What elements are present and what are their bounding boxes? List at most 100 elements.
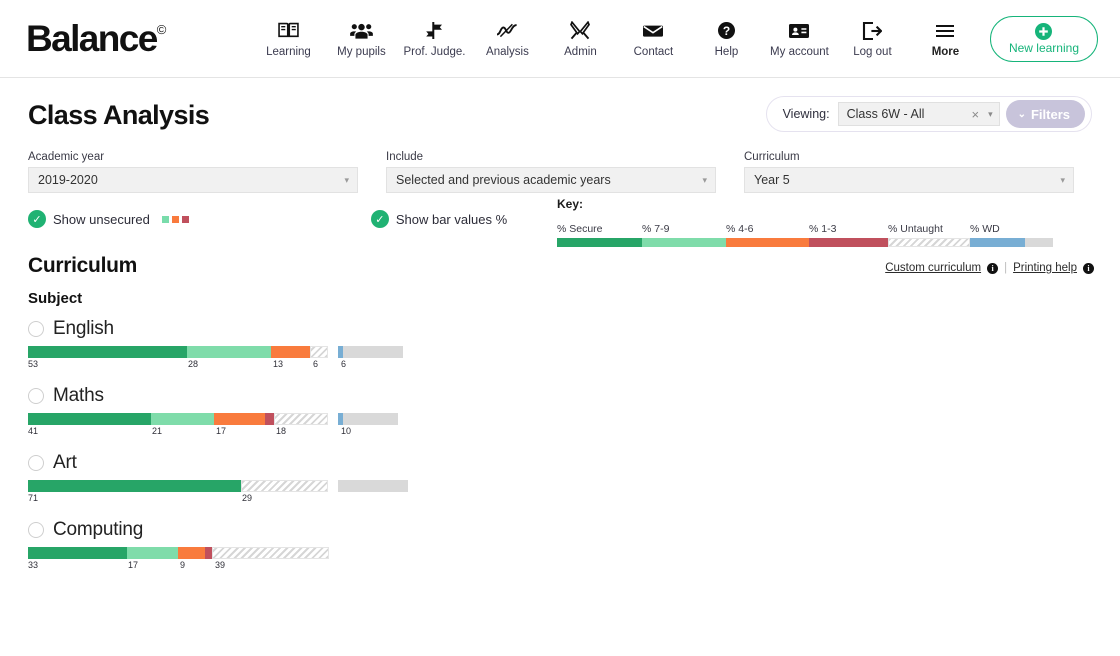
- attainment-bar: [28, 413, 328, 425]
- segment-band13: [265, 413, 274, 425]
- nav-item-learning[interactable]: Learning: [252, 16, 325, 58]
- selected-value: Year 5: [754, 173, 790, 187]
- bar-value: 13: [273, 359, 284, 369]
- curriculum-links: Custom curriculum i | Printing help i: [885, 262, 1094, 278]
- bar-value-wd: 6: [341, 359, 347, 369]
- nav-item-my-pupils[interactable]: My pupils: [325, 16, 398, 58]
- book-icon: [278, 20, 299, 42]
- filters-label: Filters: [1030, 106, 1070, 122]
- filters-button[interactable]: ⌄ Filters: [1005, 100, 1085, 128]
- subject-radio[interactable]: [28, 320, 44, 337]
- subject-list: English 53 28 13 6 6 Maths 41 21 17 18 1…: [0, 307, 1120, 572]
- nav-items: Learning My pupils Prof. Judge. Analysis: [252, 15, 1098, 62]
- filter-controls-row: Academic year 2019-2020 ▾ Include Select…: [0, 131, 1120, 193]
- new-learning-button[interactable]: New learning: [989, 15, 1098, 62]
- options-and-key-row: ✓ Show unsecured ✓ Show bar values % Key…: [0, 193, 1120, 247]
- academic-year-select[interactable]: 2019-2020 ▾: [28, 167, 358, 193]
- swatch-band46: [171, 215, 179, 223]
- nav-item-more[interactable]: More: [909, 16, 982, 58]
- nav-item-analysis[interactable]: Analysis: [471, 16, 544, 58]
- nav-item-log-out[interactable]: Log out: [836, 16, 909, 58]
- subject-name: English: [53, 317, 114, 339]
- nav-item-admin[interactable]: Admin: [544, 16, 617, 58]
- subject-title-row[interactable]: English: [28, 315, 1120, 342]
- bar-track: [28, 413, 1120, 425]
- segment-band46: [178, 547, 205, 559]
- filter-curriculum: Curriculum Year 5 ▾: [744, 151, 1074, 193]
- viewing-label: Viewing:: [782, 107, 830, 121]
- bar-value: 29: [242, 493, 253, 503]
- attainment-bar: [28, 346, 328, 358]
- copyright-mark: ©: [156, 21, 167, 37]
- segment-band13: [205, 547, 212, 559]
- curriculum-select[interactable]: Year 5 ▾: [744, 167, 1074, 193]
- nav-item-contact[interactable]: Contact: [617, 16, 690, 58]
- question-circle-icon: ?: [717, 20, 736, 42]
- subject-title-row[interactable]: Computing: [28, 516, 1120, 543]
- bar-value: 21: [152, 426, 163, 436]
- nav-label: My pupils: [337, 45, 386, 58]
- subject-name: Maths: [53, 384, 104, 406]
- divider: |: [1004, 262, 1008, 274]
- chevron-down-icon: ▾: [1060, 174, 1065, 185]
- check-icon: ✓: [28, 210, 46, 228]
- segment-secure: [28, 480, 241, 492]
- top-navigation-bar: Balance© Learning My pupils Prof. Judge.: [0, 0, 1120, 78]
- selected-value: 2019-2020: [38, 173, 98, 187]
- nav-item-my-account[interactable]: My account: [763, 16, 836, 58]
- wd-bar: [338, 480, 408, 492]
- close-icon[interactable]: ×: [967, 107, 988, 122]
- bar-value: 71: [28, 493, 39, 503]
- segment-wd-remainder: [343, 413, 398, 425]
- field-label: Include: [386, 151, 424, 163]
- page-title: Class Analysis: [28, 100, 210, 130]
- viewing-select[interactable]: Class 6W - All × ▾: [837, 102, 1000, 126]
- subject-row-computing: Computing 33 17 9 39: [28, 516, 1120, 572]
- subject-radio[interactable]: [28, 521, 44, 538]
- nav-label: Contact: [633, 45, 674, 58]
- custom-curriculum-link[interactable]: Custom curriculum: [885, 262, 981, 274]
- tools-icon: [570, 20, 591, 42]
- show-unsecured-label: Show unsecured: [53, 211, 150, 227]
- chart-line-icon: [496, 20, 518, 42]
- logout-icon: [862, 20, 883, 42]
- bar-value: 17: [216, 426, 227, 436]
- subject-bar-maths: 41 21 17 18 10: [28, 413, 1120, 438]
- bar-track: [28, 480, 1120, 492]
- wd-bar: [338, 413, 398, 425]
- nav-label: Help: [714, 45, 739, 58]
- show-unsecured-toggle[interactable]: ✓ Show unsecured: [28, 210, 189, 228]
- nav-label: Learning: [266, 45, 311, 58]
- subject-name: Computing: [53, 518, 144, 540]
- subject-title-row[interactable]: Maths: [28, 382, 1120, 409]
- info-icon[interactable]: i: [987, 262, 999, 274]
- segment-untaught: [241, 480, 328, 492]
- printing-help-link[interactable]: Printing help: [1013, 262, 1077, 274]
- subject-heading: Subject: [28, 290, 83, 307]
- nav-label: My account: [770, 45, 829, 58]
- bar-value: 28: [188, 359, 199, 369]
- show-bar-values-toggle[interactable]: ✓ Show bar values %: [370, 210, 507, 228]
- nav-item-prof-judge[interactable]: Prof. Judge.: [398, 16, 471, 58]
- include-select[interactable]: Selected and previous academic years ▾: [386, 167, 716, 193]
- subject-radio[interactable]: [28, 387, 44, 404]
- brand-logo[interactable]: Balance©: [26, 20, 166, 57]
- bar-value-labels: 41 21 17 18 10: [28, 425, 1120, 438]
- subject-row-art: Art 71 29: [28, 449, 1120, 505]
- id-card-icon: [788, 20, 810, 42]
- filter-academic-year: Academic year 2019-2020 ▾: [28, 151, 358, 193]
- subject-row-english: English 53 28 13 6 6: [28, 315, 1120, 371]
- subject-radio[interactable]: [28, 454, 44, 471]
- bar-value: 33: [28, 560, 39, 570]
- signpost-icon: [424, 20, 444, 42]
- envelope-icon: [642, 20, 664, 42]
- segment-band79: [187, 346, 271, 358]
- wd-bar: [338, 346, 403, 358]
- subject-title-row[interactable]: Art: [28, 449, 1120, 476]
- chevron-down-icon: ⌄: [1017, 108, 1026, 120]
- nav-label: Admin: [564, 45, 597, 58]
- info-icon[interactable]: i: [1083, 262, 1094, 274]
- curriculum-title: Curriculum: [28, 254, 138, 277]
- segment-secure: [28, 413, 151, 425]
- nav-item-help[interactable]: ? Help: [690, 16, 763, 58]
